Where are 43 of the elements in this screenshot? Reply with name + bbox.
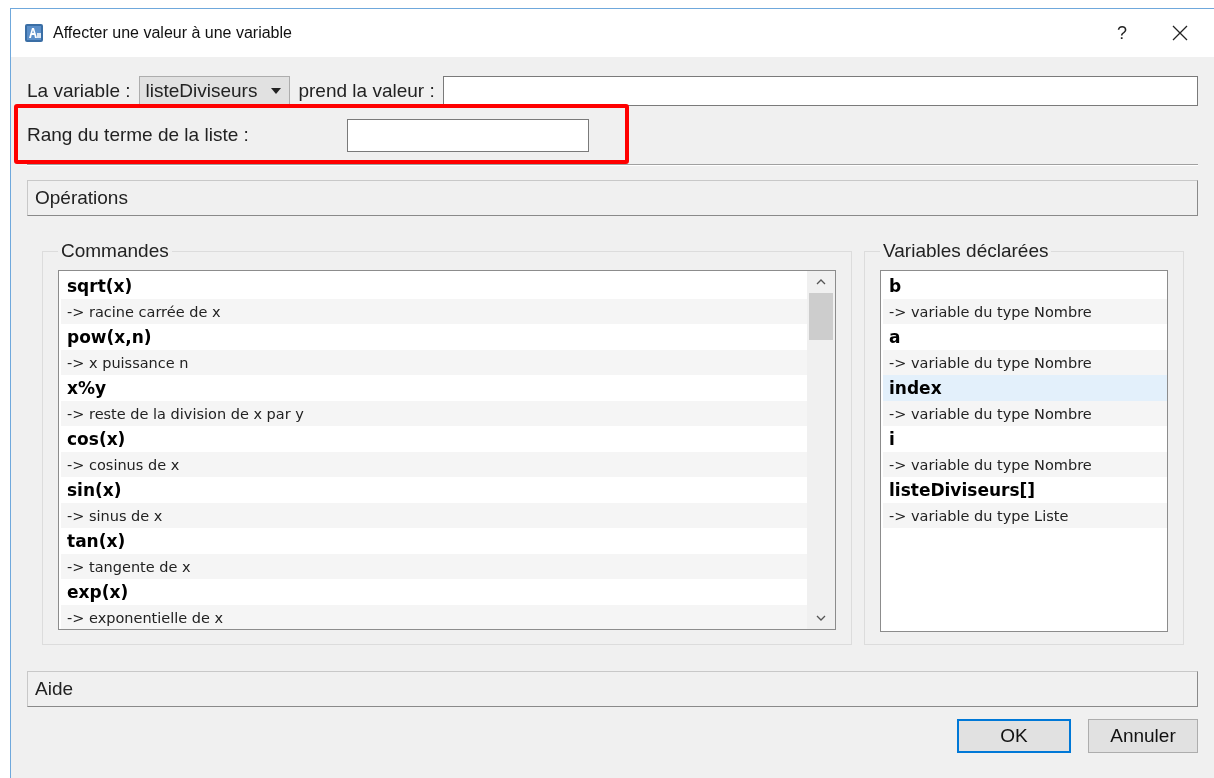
list-item[interactable]: cos(x) [61,426,807,452]
list-item[interactable]: pow(x,n) [61,324,807,350]
section-header[interactable]: Aide [27,671,1198,707]
item-description: -> x puissance n [61,350,807,375]
field-label: prend la valeur : [298,80,435,102]
item-description: -> variable du type Nombre [883,350,1167,375]
rank-field[interactable] [347,118,589,152]
item-description: -> reste de la division de x par y [61,401,807,426]
close-icon [1172,25,1188,41]
list-item[interactable]: b [883,273,1167,299]
section-header[interactable]: Opérations [27,180,1198,216]
list-item[interactable]: x%y [61,375,807,401]
item-description: -> variable du type Nombre [883,401,1167,426]
item-description: -> sinus de x [61,503,807,528]
field-label: La variable : [27,80,131,102]
group-title: Commandes [60,240,170,262]
scrollbar[interactable] [807,271,835,629]
list-item[interactable]: index [883,375,1167,401]
item-description: -> exponentielle de x [61,605,807,629]
item-description: -> tangente de x [61,554,807,579]
dialog-button[interactable]: OK [957,719,1071,753]
scroll-thumb[interactable] [809,293,833,340]
list-item[interactable]: i [883,426,1167,452]
list-item[interactable]: sin(x) [61,477,807,503]
list-item[interactable]: tan(x) [61,528,807,554]
list-item[interactable]: a [883,324,1167,350]
item-description: -> racine carrée de x [61,299,807,324]
item-description: -> variable du type Nombre [883,452,1167,477]
item-description: -> variable du type Nombre [883,299,1167,324]
value-field[interactable] [442,76,1198,106]
list-item[interactable]: exp(x) [61,579,807,605]
help-button[interactable]: ? [1098,15,1146,51]
list-item[interactable]: sqrt(x) [61,273,807,299]
variable-dropdown[interactable]: listeDiviseurs [138,75,291,107]
list-item[interactable]: listeDiviseurs[] [883,477,1167,503]
window-title: Affecter une valeur à une variable [53,24,292,42]
field-label: Rang du terme de la liste : [27,124,250,146]
group-title: Variables déclarées [882,240,1050,262]
caret-icon [271,88,282,94]
item-description: -> variable du type Liste [883,503,1167,528]
app-icon [25,24,43,42]
dialog-button[interactable]: Annuler [1088,719,1198,753]
item-description: -> cosinus de x [61,452,807,477]
